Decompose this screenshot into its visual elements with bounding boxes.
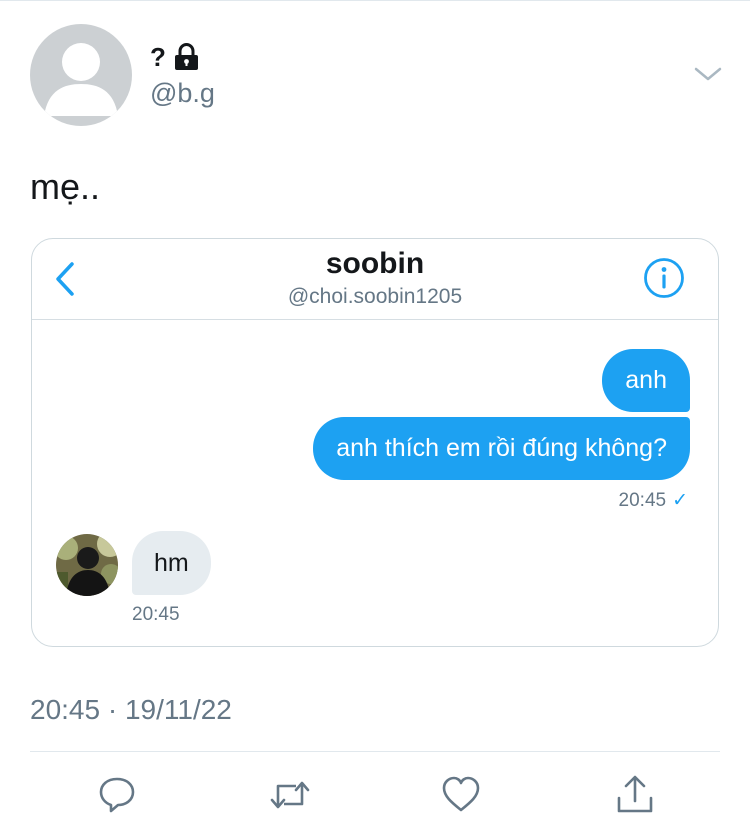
reply-icon bbox=[99, 777, 135, 813]
sender-avatar[interactable] bbox=[56, 534, 118, 596]
info-icon[interactable] bbox=[643, 257, 685, 299]
dm-header: soobin @choi.soobin1205 bbox=[32, 239, 718, 320]
embedded-dm-screenshot[interactable]: soobin @choi.soobin1205 anh anh thích em… bbox=[31, 238, 719, 647]
author-avatar[interactable] bbox=[30, 24, 132, 126]
reply-button[interactable] bbox=[97, 774, 137, 816]
like-button[interactable] bbox=[441, 774, 481, 816]
incoming-message: hm bbox=[132, 531, 211, 595]
incoming-timestamp: 20:45 bbox=[132, 604, 180, 625]
tweet-timestamp: 20:45 · 19/11/22 bbox=[30, 694, 232, 725]
outgoing-timestamp: 20:45 ✓ bbox=[619, 489, 688, 512]
outgoing-message: anh thích em rồi đúng không? bbox=[313, 417, 690, 480]
outgoing-message: anh bbox=[602, 349, 690, 412]
check-icon: ✓ bbox=[672, 490, 688, 511]
share-button[interactable] bbox=[615, 774, 655, 816]
tweet-text: mẹ.. bbox=[30, 166, 101, 207]
chevron-down-icon[interactable] bbox=[694, 64, 722, 84]
timestamp-text: 20:45 bbox=[618, 490, 667, 511]
heart-icon bbox=[442, 776, 480, 812]
dm-contact-name: soobin bbox=[325, 247, 425, 280]
lock-icon bbox=[173, 43, 200, 71]
top-divider bbox=[0, 0, 750, 1]
retweet-button[interactable] bbox=[270, 774, 310, 816]
divider bbox=[30, 751, 720, 752]
dm-contact-handle: @choi.soobin1205 bbox=[287, 285, 463, 308]
share-icon bbox=[617, 775, 653, 813]
author-handle[interactable]: @b.g bbox=[150, 78, 215, 109]
default-avatar-icon bbox=[44, 43, 118, 116]
retweet-icon bbox=[270, 781, 310, 809]
author-display-name[interactable]: ? bbox=[150, 42, 166, 73]
